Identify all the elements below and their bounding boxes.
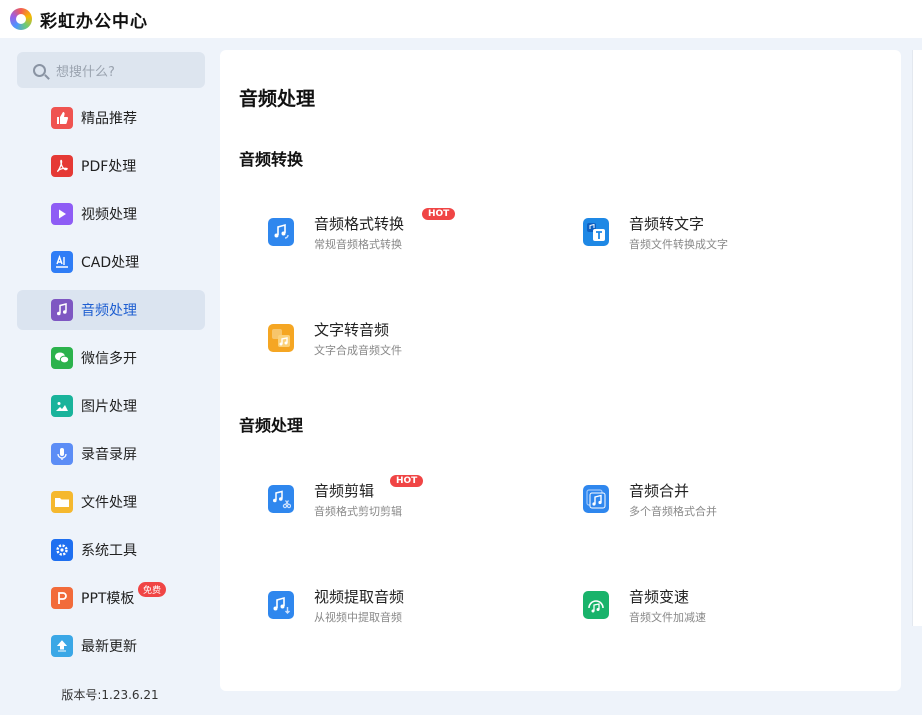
microphone-icon xyxy=(51,443,73,465)
tool-name: 音频变速 xyxy=(629,588,690,606)
app-title: 彩虹办公中心 xyxy=(40,11,148,32)
tool-audio-to-text[interactable]: 音频转文字 音频文件转换成文字 xyxy=(583,214,843,264)
audio-speed-icon xyxy=(583,591,609,619)
tool-description: 音频文件转换成文字 xyxy=(629,238,728,251)
gear-icon xyxy=(51,539,73,561)
version-label: 版本号:1.23.6.21 xyxy=(61,688,159,702)
audio-convert-icon xyxy=(268,218,294,246)
tool-name: 音频合并 xyxy=(629,482,690,500)
tool-text-to-audio[interactable]: 文字转音频 文字合成音频文件 xyxy=(268,320,528,370)
audio-merge-icon xyxy=(583,485,609,513)
sidebar-item-audio[interactable]: 音频处理 xyxy=(17,290,205,330)
section-title-audio-processing: 音频处理 xyxy=(239,416,304,435)
video-extract-audio-icon xyxy=(268,591,294,619)
sidebar-item-video[interactable]: 视频处理 xyxy=(17,194,205,234)
right-edge-panel xyxy=(912,50,922,626)
sidebar-item-updates[interactable]: 最新更新 xyxy=(17,626,205,666)
tool-audio-format-convert[interactable]: 音频格式转换 常规音频格式转换 HOT xyxy=(268,208,528,264)
free-badge: 免费 xyxy=(138,582,167,597)
sidebar-item-system-tools[interactable]: 系统工具 xyxy=(17,530,205,570)
tool-name: 音频剪辑 xyxy=(314,482,375,500)
sidebar-item-label: 视频处理 xyxy=(81,207,137,223)
folder-icon xyxy=(51,491,73,513)
text-to-audio-icon xyxy=(268,324,294,352)
tool-video-extract-audio[interactable]: 视频提取音频 从视频中提取音频 xyxy=(268,587,528,637)
main-panel: 音频处理 音频转换 音频格式转换 常规音频格式转换 HOT 音频转文字 音频文件… xyxy=(220,50,901,691)
upload-arrow-icon xyxy=(51,635,73,657)
sidebar-item-ppt[interactable]: PPT模板 免费 xyxy=(17,578,205,618)
hot-badge: HOT xyxy=(390,475,424,487)
sidebar-item-label: PPT模板 xyxy=(81,591,135,607)
tool-name: 视频提取音频 xyxy=(314,588,405,606)
tool-name: 音频转文字 xyxy=(629,215,705,233)
sidebar-item-label: 微信多开 xyxy=(81,351,137,367)
cad-icon xyxy=(51,251,73,273)
ppt-icon xyxy=(51,587,73,609)
sidebar-item-label: 音频处理 xyxy=(81,303,137,319)
pdf-icon xyxy=(51,155,73,177)
tool-description: 音频文件加减速 xyxy=(629,611,706,624)
tool-audio-speed[interactable]: 音频变速 音频文件加减速 xyxy=(583,587,843,637)
image-icon xyxy=(51,395,73,417)
audio-cut-icon xyxy=(268,485,294,513)
tool-audio-merge[interactable]: 音频合并 多个音频格式合并 xyxy=(583,481,843,531)
sidebar-item-label: CAD处理 xyxy=(81,255,140,271)
tool-description: 多个音频格式合并 xyxy=(629,505,717,518)
sidebar-item-label: 最新更新 xyxy=(81,639,137,655)
sidebar-item-label: 录音录屏 xyxy=(81,447,137,463)
search-icon xyxy=(33,63,46,77)
sidebar-item-recording[interactable]: 录音录屏 xyxy=(17,434,205,474)
sidebar-item-wechat[interactable]: 微信多开 xyxy=(17,338,205,378)
page-title: 音频处理 xyxy=(239,88,316,110)
sidebar-item-label: 图片处理 xyxy=(81,399,137,415)
section-title-audio-conversion: 音频转换 xyxy=(239,150,304,169)
sidebar-item-label: 系统工具 xyxy=(81,543,137,559)
sidebar: 想搜什么? 精品推荐 PDF处理 视频处理 CAD处理 音频处理 微信多开 图片… xyxy=(0,38,220,715)
sidebar-item-label: 文件处理 xyxy=(81,495,137,511)
sidebar-item-recommended[interactable]: 精品推荐 xyxy=(17,98,205,138)
tool-description: 文字合成音频文件 xyxy=(314,344,402,357)
sidebar-item-label: 精品推荐 xyxy=(81,111,137,127)
tool-description: 音频格式剪切剪辑 xyxy=(314,505,402,518)
tool-audio-cut[interactable]: 音频剪辑 音频格式剪切剪辑 HOT xyxy=(268,475,528,531)
tool-name: 音频格式转换 xyxy=(314,215,405,233)
sidebar-item-cad[interactable]: CAD处理 xyxy=(17,242,205,282)
wechat-icon xyxy=(51,347,73,369)
hot-badge: HOT xyxy=(422,208,456,220)
tool-description: 常规音频格式转换 xyxy=(314,238,402,251)
sidebar-item-file[interactable]: 文件处理 xyxy=(17,482,205,522)
audio-to-text-icon xyxy=(583,218,609,246)
sidebar-nav: 精品推荐 PDF处理 视频处理 CAD处理 音频处理 微信多开 图片处理 录音录… xyxy=(17,98,205,674)
thumbs-up-icon xyxy=(51,107,73,129)
search-input[interactable]: 想搜什么? xyxy=(17,52,205,88)
music-note-icon xyxy=(51,299,73,321)
play-icon xyxy=(51,203,73,225)
title-bar: 彩虹办公中心 xyxy=(0,0,922,38)
tool-description: 从视频中提取音频 xyxy=(314,611,402,624)
sidebar-item-image[interactable]: 图片处理 xyxy=(17,386,205,426)
tool-name: 文字转音频 xyxy=(314,321,390,339)
sidebar-item-label: PDF处理 xyxy=(81,159,137,175)
sidebar-item-pdf[interactable]: PDF处理 xyxy=(17,146,205,186)
rainbow-logo-icon xyxy=(10,8,32,30)
search-placeholder: 想搜什么? xyxy=(56,64,115,80)
